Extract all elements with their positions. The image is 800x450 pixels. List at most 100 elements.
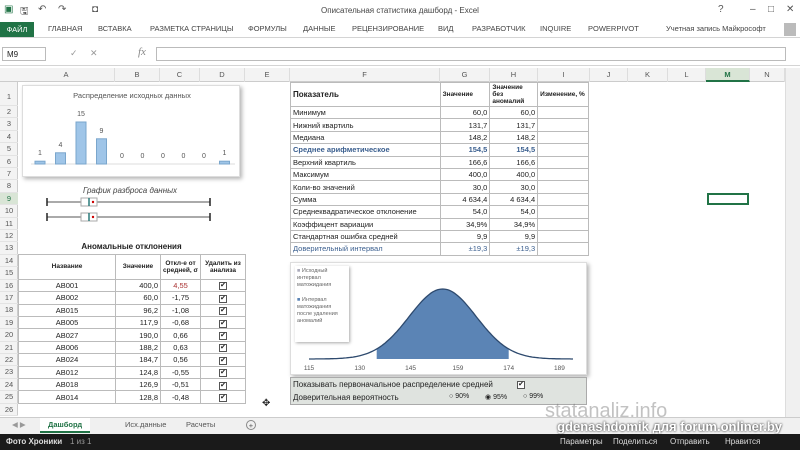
column-header[interactable]: B (115, 68, 160, 82)
row-header[interactable]: 5 (0, 143, 18, 156)
insert-function-icon[interactable]: fx (138, 46, 146, 58)
params-link[interactable]: Параметры (560, 437, 603, 446)
tab-data[interactable]: ДАННЫЕ (303, 24, 336, 33)
bar-data-label: 0 (202, 153, 206, 160)
remove-checkbox[interactable]: ✔ (219, 282, 227, 291)
row-header[interactable]: 19 (0, 317, 18, 330)
row-header[interactable]: 13 (0, 242, 18, 255)
row-header[interactable]: 17 (0, 292, 18, 305)
row-header[interactable]: 12 (0, 230, 18, 243)
minimize-button[interactable]: – (750, 4, 756, 15)
like-link[interactable]: Нравится (725, 437, 760, 446)
remove-checkbox[interactable]: ✔ (219, 394, 227, 402)
photo-caption: gdenashdomik для forum.onliner.by (557, 419, 782, 434)
row-header[interactable]: 20 (0, 329, 18, 342)
formula-input[interactable] (156, 47, 786, 61)
account-link[interactable]: Учетная запись Майкрософт (666, 24, 766, 33)
close-button[interactable]: ✕ (786, 4, 794, 15)
column-header[interactable]: M (706, 68, 750, 82)
show-original-checkbox[interactable]: ✔ (517, 381, 525, 389)
column-header[interactable]: H (490, 68, 538, 82)
confirm-icon[interactable]: ✓ (70, 48, 78, 59)
bar-data-label: 4 (59, 142, 63, 149)
column-header[interactable]: J (590, 68, 628, 82)
column-header[interactable]: L (668, 68, 706, 82)
help-button[interactable]: ? (718, 4, 724, 15)
column-header[interactable]: K (628, 68, 668, 82)
row-header[interactable]: 23 (0, 366, 18, 379)
row-header[interactable]: 15 (0, 267, 18, 280)
row-header[interactable]: 1 (0, 82, 18, 106)
row-header[interactable]: 11 (0, 218, 18, 230)
remove-checkbox[interactable]: ✔ (219, 356, 227, 365)
tab-view[interactable]: ВИД (438, 24, 453, 33)
row-header[interactable]: 24 (0, 379, 18, 392)
cancel-icon[interactable]: ✕ (90, 48, 98, 59)
value-cell: 154,5 (439, 143, 491, 157)
remove-checkbox[interactable]: ✔ (219, 344, 227, 353)
remove-checkbox[interactable]: ✔ (219, 369, 227, 378)
radio-95[interactable]: ◉ 95% (485, 393, 507, 401)
column-header[interactable]: A (18, 68, 115, 82)
row-header[interactable]: 8 (0, 180, 18, 193)
column-header[interactable]: G (440, 68, 490, 82)
remove-checkbox[interactable]: ✔ (219, 381, 227, 390)
radio-99[interactable]: ○ 99% (523, 393, 543, 400)
row-header[interactable]: 26 (0, 404, 18, 416)
row-header[interactable]: 25 (0, 391, 18, 404)
bar-data-label: 0 (161, 153, 165, 160)
row-header[interactable]: 10 (0, 205, 18, 218)
row-header[interactable]: 21 (0, 342, 18, 354)
remove-checkbox[interactable]: ✔ (219, 294, 227, 303)
row-header[interactable]: 22 (0, 354, 18, 367)
remove-checkbox[interactable]: ✔ (219, 319, 227, 328)
vertical-scrollbar[interactable] (785, 68, 800, 417)
row-header[interactable]: 3 (0, 118, 18, 131)
table-header-row: Название Значение Откл-е от средней, σ Удал… (18, 254, 246, 280)
column-header[interactable]: E (245, 68, 290, 82)
tab-powerpivot[interactable]: POWERPIVOT (588, 24, 639, 33)
change-cell (537, 180, 589, 194)
row-header[interactable]: 6 (0, 156, 18, 168)
tab-insert[interactable]: ВСТАВКА (98, 24, 132, 33)
column-header[interactable]: D (200, 68, 245, 82)
name-cell: AB015 (18, 303, 116, 317)
row-header[interactable]: 14 (0, 255, 18, 268)
column-header[interactable]: F (290, 68, 440, 82)
remove-checkbox[interactable]: ✔ (219, 307, 227, 316)
column-header[interactable]: N (750, 68, 785, 82)
normal-distribution-chart[interactable]: 115 130 145 159 174 189 ■ Исходный интервал м… (290, 262, 587, 375)
value-cell: 9,9 (439, 229, 491, 244)
table-row: Максимум 400,0 400,0 (290, 167, 589, 182)
tab-inquire[interactable]: INQUIRE (540, 24, 571, 33)
radio-90[interactable]: ○ 90% (449, 393, 469, 400)
row-header[interactable]: 4 (0, 131, 18, 144)
row-header[interactable]: 9 (0, 192, 18, 206)
column-header[interactable]: C (160, 68, 200, 82)
table-row: Медиана 148,2 148,2 (290, 130, 589, 145)
value-cell: 400,0 (115, 278, 161, 293)
tab-page-layout[interactable]: РАЗМЕТКА СТРАНИЦЫ (150, 24, 233, 33)
tab-review[interactable]: РЕЦЕНЗИРОВАНИЕ (352, 24, 424, 33)
maximize-button[interactable]: □ (768, 4, 774, 15)
tab-home[interactable]: ГЛАВНАЯ (48, 24, 82, 33)
tab-file[interactable]: ФАЙЛ (0, 22, 34, 37)
avatar[interactable] (784, 23, 796, 36)
row-header[interactable]: 16 (0, 280, 18, 292)
remove-checkbox[interactable]: ✔ (219, 332, 227, 341)
name-box[interactable]: M9 (2, 47, 46, 61)
send-link[interactable]: Отправить (670, 437, 710, 446)
row-header[interactable]: 18 (0, 304, 18, 317)
column-header[interactable]: I (538, 68, 590, 82)
row-header[interactable]: 7 (0, 168, 18, 181)
tab-formulas[interactable]: ФОРМУЛЫ (248, 24, 287, 33)
change-cell (537, 167, 589, 182)
column-header-cell: Значение (115, 254, 161, 280)
name-cell: AB012 (18, 365, 116, 379)
name-cell: AB018 (18, 377, 116, 392)
selected-cell[interactable] (707, 193, 749, 205)
histogram-chart[interactable]: Распределение исходных данных 1 4 15 9 0 0 0 0 0… (22, 85, 240, 177)
tab-developer[interactable]: РАЗРАБОТЧИК (472, 24, 525, 33)
row-header[interactable]: 2 (0, 106, 18, 119)
share-link[interactable]: Поделиться (613, 437, 657, 446)
